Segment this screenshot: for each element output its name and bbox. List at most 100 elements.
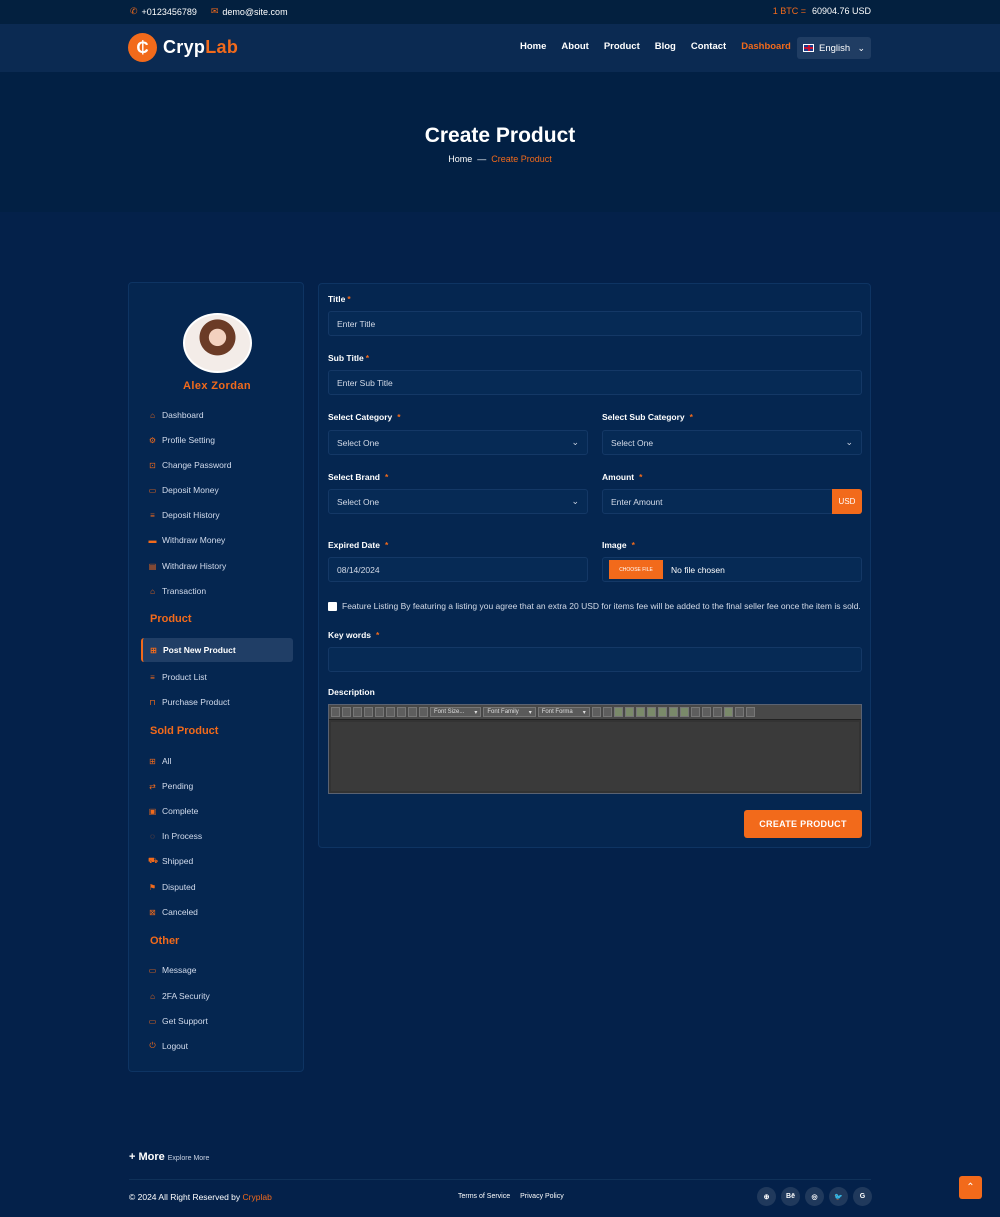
sidebar-item-complete[interactable]: ▣ Complete bbox=[148, 806, 199, 816]
arrow-up-icon[interactable]: ⌃ bbox=[959, 1176, 982, 1199]
outdent-icon[interactable] bbox=[723, 707, 733, 717]
sidebar-item-change-password[interactable]: ⊡ Change Password bbox=[148, 460, 231, 470]
behance-icon[interactable]: Bē bbox=[781, 1187, 800, 1206]
flag-icon: ⚑ bbox=[148, 882, 157, 892]
image-file-input[interactable]: CHOOSE FILE No file chosen bbox=[602, 557, 862, 582]
sidebar-item-product-list[interactable]: ≡ Product List bbox=[148, 672, 207, 682]
sidebar-item-in-process[interactable]: ◌ In Process bbox=[148, 831, 202, 841]
redo-icon[interactable] bbox=[602, 707, 612, 717]
nav-product[interactable]: Product bbox=[604, 41, 640, 52]
bold-icon[interactable] bbox=[331, 707, 340, 717]
sidebar-item-purchase-product[interactable]: ⊓ Purchase Product bbox=[148, 697, 229, 707]
sidebar-item-post-new-product[interactable]: ⊞ Post New Product bbox=[141, 638, 293, 662]
sup-icon[interactable] bbox=[701, 707, 711, 717]
sidebar-item-get-support[interactable]: ▭ Get Support bbox=[148, 1016, 208, 1026]
google-icon[interactable]: G bbox=[853, 1187, 872, 1206]
hr-icon[interactable] bbox=[734, 707, 744, 717]
card-icon: ▬ bbox=[148, 535, 157, 545]
sidebar-item-withdraw-history[interactable]: ▤ Withdraw History bbox=[148, 561, 227, 571]
category-select[interactable]: Select One ⌄ bbox=[328, 430, 588, 455]
sidebar-item-logout[interactable]: ⏻ Logout bbox=[148, 1041, 188, 1051]
sidebar-item-all[interactable]: ⊞ All bbox=[148, 756, 171, 766]
choose-file-button[interactable]: CHOOSE FILE bbox=[609, 560, 663, 579]
table-icon[interactable] bbox=[646, 707, 656, 717]
twitter-icon[interactable]: 🐦 bbox=[829, 1187, 848, 1206]
undo-icon[interactable] bbox=[591, 707, 601, 717]
contact-phone[interactable]: ✆ +0123456789 bbox=[130, 6, 197, 17]
nav-dashboard[interactable]: Dashboard bbox=[741, 41, 791, 52]
btc-rate: 1 BTC = 60904.76 USD bbox=[773, 6, 871, 16]
brand-select[interactable]: Select One ⌄ bbox=[328, 489, 588, 514]
nav-blog[interactable]: Blog bbox=[655, 41, 676, 52]
subcategory-select[interactable]: Select One ⌄ bbox=[602, 430, 862, 455]
message-icon: ▭ bbox=[148, 965, 157, 975]
expired-date-input[interactable]: 08/14/2024 bbox=[328, 557, 588, 582]
sidebar-item-shipped[interactable]: ⛟ Shipped bbox=[148, 856, 193, 866]
list-icon[interactable] bbox=[419, 707, 428, 717]
more-section[interactable]: + More Explore More bbox=[129, 1151, 209, 1163]
subtitle-input[interactable]: Enter Sub Title bbox=[328, 370, 862, 395]
title-label: Title * bbox=[328, 294, 351, 304]
breadcrumb-current: Create Product bbox=[491, 154, 552, 164]
gear-icon: ⚙ bbox=[148, 435, 157, 445]
sidebar-item-deposit-history[interactable]: ≡ Deposit History bbox=[148, 510, 219, 520]
bgcolor-icon[interactable] bbox=[668, 707, 678, 717]
sidebar-item-profile-setting[interactable]: ⚙ Profile Setting bbox=[148, 435, 215, 445]
sidebar-item-dashboard[interactable]: ⌂ Dashboard bbox=[148, 410, 204, 420]
feature-listing-checkbox[interactable] bbox=[328, 601, 337, 611]
sidebar-heading-product: Product bbox=[150, 613, 192, 625]
sidebar-item-canceled[interactable]: ⊠ Canceled bbox=[148, 907, 198, 917]
breadcrumb-home[interactable]: Home bbox=[448, 154, 472, 164]
list-icon: ≡ bbox=[150, 672, 155, 682]
align-center-icon[interactable] bbox=[386, 707, 395, 717]
instagram-icon[interactable]: ◎ bbox=[805, 1187, 824, 1206]
copyright-brand-link[interactable]: Cryplab bbox=[243, 1192, 272, 1202]
lock-icon: ⊡ bbox=[149, 460, 156, 470]
font-format-select[interactable]: Font Forma ▾ bbox=[537, 707, 590, 717]
italic-icon[interactable] bbox=[342, 707, 351, 717]
nav-about[interactable]: About bbox=[561, 41, 588, 52]
terms-link[interactable]: Terms of Service bbox=[458, 1193, 510, 1200]
copyright: © 2024 All Right Reserved by Cryplab bbox=[129, 1192, 272, 1202]
link-icon[interactable] bbox=[613, 707, 623, 717]
logo[interactable]: ₵ CrypLab bbox=[128, 33, 238, 62]
unlink-icon[interactable] bbox=[624, 707, 634, 717]
image-icon[interactable] bbox=[635, 707, 645, 717]
fullscreen-icon[interactable] bbox=[745, 707, 755, 717]
description-textarea[interactable] bbox=[331, 722, 859, 791]
nav-contact[interactable]: Contact bbox=[691, 41, 726, 52]
sidebar-item-deposit-money[interactable]: ▭ Deposit Money bbox=[148, 485, 219, 495]
uk-flag-icon bbox=[803, 44, 814, 52]
sidebar-item-pending[interactable]: ⇄ Pending bbox=[148, 781, 193, 791]
contact-email[interactable]: ✉ demo@site.com bbox=[211, 6, 288, 17]
underline-icon[interactable] bbox=[353, 707, 362, 717]
nav-home[interactable]: Home bbox=[520, 41, 546, 52]
amount-input[interactable]: Enter Amount USD bbox=[602, 489, 862, 514]
dribbble-icon[interactable]: ⊕ bbox=[757, 1187, 776, 1206]
title-input[interactable]: Enter Title bbox=[328, 311, 862, 336]
sub-icon[interactable] bbox=[690, 707, 700, 717]
align-right-icon[interactable] bbox=[397, 707, 406, 717]
align-left-icon[interactable] bbox=[375, 707, 384, 717]
indent-icon[interactable] bbox=[712, 707, 722, 717]
sidebar-item-transaction[interactable]: ⌂ Transaction bbox=[148, 586, 206, 596]
sidebar-item-2fa-security[interactable]: ⌂ 2FA Security bbox=[148, 991, 210, 1001]
color-icon[interactable] bbox=[657, 707, 667, 717]
close-icon: ⊠ bbox=[149, 907, 156, 917]
keywords-input[interactable] bbox=[328, 647, 862, 672]
create-product-button[interactable]: CREATE PRODUCT bbox=[744, 810, 862, 838]
language-select[interactable]: English ⌄ bbox=[797, 37, 871, 59]
align-justify-icon[interactable] bbox=[408, 707, 417, 717]
sidebar-item-message[interactable]: ▭ Message bbox=[148, 965, 197, 975]
create-product-form: Title * Enter Title Sub Title * Enter Sub … bbox=[318, 283, 871, 848]
expired-date-label: Expired Date * bbox=[328, 540, 389, 550]
description-editor[interactable]: Font Size... ▾ Font Family ▾ Font Forma ▾ bbox=[328, 704, 862, 794]
sidebar-item-disputed[interactable]: ⚑ Disputed bbox=[148, 882, 196, 892]
font-family-select[interactable]: Font Family ▾ bbox=[483, 707, 536, 717]
code-icon[interactable] bbox=[679, 707, 689, 717]
sidebar-item-withdraw-money[interactable]: ▬ Withdraw Money bbox=[148, 535, 226, 545]
font-size-select[interactable]: Font Size... ▾ bbox=[430, 707, 482, 717]
strike-icon[interactable] bbox=[364, 707, 373, 717]
privacy-link[interactable]: Privacy Policy bbox=[520, 1193, 564, 1200]
spinner-icon: ◌ bbox=[150, 831, 155, 841]
